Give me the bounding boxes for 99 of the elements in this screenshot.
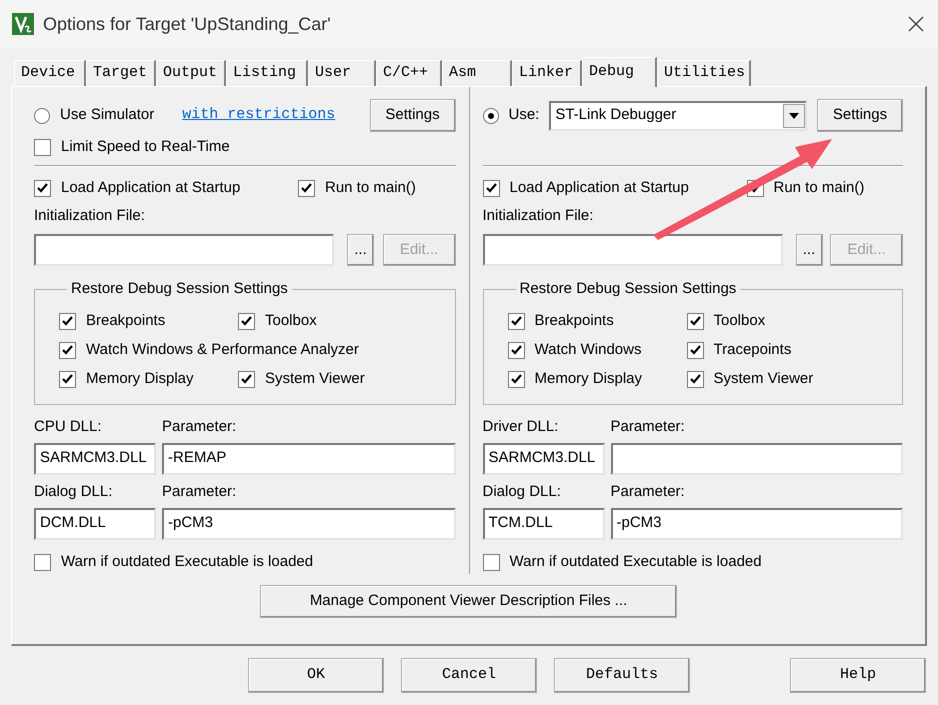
checkbox-label: Toolbox bbox=[265, 310, 317, 331]
tab[interactable]: C/C++ bbox=[376, 60, 442, 86]
checkbox[interactable] bbox=[59, 312, 76, 330]
dialog-button[interactable]: OK bbox=[248, 658, 384, 693]
parameter-field[interactable] bbox=[610, 442, 903, 474]
close-icon[interactable] bbox=[908, 16, 924, 32]
checkmark-icon bbox=[241, 374, 252, 384]
checkmark-icon bbox=[510, 345, 522, 355]
parameter-field[interactable]: -pCM3 bbox=[162, 508, 456, 540]
tab[interactable]: Asm bbox=[442, 60, 512, 86]
radio-label: Use: bbox=[508, 105, 540, 126]
checkbox-label: Memory Display bbox=[534, 368, 642, 389]
tab[interactable]: Debug bbox=[582, 57, 657, 87]
browse-button[interactable]: ... bbox=[347, 234, 374, 266]
dll-field[interactable]: SARMCM3.DLL bbox=[482, 442, 604, 474]
restrictions-link[interactable]: with restrictions bbox=[182, 104, 336, 127]
checkbox-label: Run to main() bbox=[774, 178, 864, 198]
checkbox[interactable] bbox=[34, 138, 51, 156]
checkbox-label: Memory Display bbox=[86, 368, 194, 389]
dll-label: Driver DLL: bbox=[482, 418, 560, 436]
checkmark-icon bbox=[62, 345, 73, 355]
checkbox-label: Run to main() bbox=[325, 178, 416, 198]
checkmark-icon bbox=[690, 374, 700, 384]
dll-field[interactable]: TCM.DLL bbox=[482, 508, 604, 540]
checkbox-label: Watch Windows bbox=[534, 340, 642, 360]
checkbox-label: Load Application at Startup bbox=[61, 178, 240, 198]
checkbox-label: Warn if outdated Executable is loaded bbox=[510, 552, 762, 572]
checkbox-label: Load Application at Startup bbox=[510, 178, 689, 198]
checkbox[interactable] bbox=[238, 312, 255, 330]
browse-button[interactable]: ... bbox=[796, 234, 822, 266]
tab[interactable]: Linker bbox=[512, 60, 582, 86]
dll-field[interactable]: DCM.DLL bbox=[34, 508, 156, 540]
checkbox[interactable] bbox=[59, 342, 76, 358]
checkbox[interactable] bbox=[686, 312, 704, 330]
window-title: Options for Target 'UpStanding_Car' bbox=[43, 12, 331, 36]
checkbox[interactable] bbox=[34, 180, 51, 196]
checkbox-label: System Viewer bbox=[714, 368, 814, 389]
tab[interactable]: Output bbox=[156, 60, 226, 86]
parameter-label: Parameter: bbox=[610, 418, 685, 436]
group-title: Restore Debug Session Settings bbox=[518, 279, 738, 299]
tab[interactable]: Device bbox=[14, 60, 86, 86]
dialog-button[interactable]: Defaults bbox=[554, 658, 690, 693]
tab[interactable]: Utilities bbox=[657, 60, 751, 86]
checkbox-label: Tracepoints bbox=[714, 340, 792, 360]
checkbox[interactable] bbox=[508, 312, 524, 330]
checkmark-icon bbox=[62, 316, 73, 326]
checkmark-icon bbox=[37, 183, 48, 193]
checkmark-icon bbox=[301, 183, 312, 193]
manage-component-viewer-button[interactable]: Manage Component Viewer Description Files ... bbox=[260, 584, 677, 618]
checkbox[interactable] bbox=[508, 342, 524, 358]
checkbox[interactable] bbox=[686, 342, 704, 358]
tab[interactable]: User bbox=[308, 60, 376, 86]
parameter-field[interactable]: -pCM3 bbox=[610, 508, 903, 540]
radio-label: Use Simulator bbox=[60, 105, 154, 126]
debugger-dropdown[interactable]: ST-Link Debugger bbox=[549, 100, 808, 130]
checkbox[interactable] bbox=[298, 180, 315, 196]
dll-label: CPU DLL: bbox=[34, 418, 103, 436]
radio-button[interactable] bbox=[482, 108, 498, 124]
parameter-field[interactable]: -REMAP bbox=[162, 442, 456, 474]
checkmark-icon bbox=[510, 374, 522, 384]
checkbox[interactable] bbox=[482, 554, 500, 571]
dll-field[interactable]: SARMCM3.DLL bbox=[34, 442, 156, 474]
checkbox[interactable] bbox=[686, 370, 704, 388]
parameter-label: Parameter: bbox=[162, 482, 236, 500]
checkbox[interactable] bbox=[482, 180, 500, 196]
checkbox-label: Breakpoints bbox=[86, 310, 166, 331]
dialog-button[interactable]: Cancel bbox=[401, 658, 537, 693]
checkbox-label: Watch Windows & Performance Analyzer bbox=[86, 340, 359, 360]
dll-label: Dialog DLL: bbox=[34, 482, 114, 500]
parameter-label: Parameter: bbox=[610, 482, 685, 500]
group-title: Restore Debug Session Settings bbox=[70, 279, 289, 299]
checkbox[interactable] bbox=[34, 554, 51, 571]
initialization-file-label: Initialization File: bbox=[34, 207, 146, 225]
tab[interactable]: Target bbox=[86, 60, 156, 86]
tab[interactable]: Listing bbox=[226, 60, 308, 86]
checkmark-icon bbox=[241, 316, 252, 326]
settings-button[interactable]: Settings bbox=[817, 99, 903, 132]
checkbox-label: Toolbox bbox=[714, 310, 766, 331]
checkbox[interactable] bbox=[59, 370, 76, 388]
checkmark-icon bbox=[486, 183, 496, 193]
initialization-file-field[interactable] bbox=[482, 234, 782, 266]
parameter-label: Parameter: bbox=[162, 418, 236, 436]
checkmark-icon bbox=[690, 316, 700, 326]
dialog-button[interactable]: Help bbox=[790, 658, 926, 693]
initialization-file-label: Initialization File: bbox=[482, 207, 594, 225]
checkbox[interactable] bbox=[508, 370, 524, 388]
checkbox-label: Warn if outdated Executable is loaded bbox=[61, 552, 314, 572]
checkmark-icon bbox=[690, 345, 700, 355]
radio-button[interactable] bbox=[34, 108, 50, 124]
dll-label: Dialog DLL: bbox=[482, 482, 562, 500]
checkmark-icon bbox=[510, 316, 522, 326]
checkbox-label: Breakpoints bbox=[534, 310, 614, 331]
app-logo-icon bbox=[12, 13, 34, 35]
checkbox-label: Limit Speed to Real-Time bbox=[61, 136, 230, 157]
settings-button[interactable]: Settings bbox=[370, 99, 456, 132]
checkmark-icon bbox=[62, 374, 73, 384]
checkbox-label: System Viewer bbox=[265, 368, 365, 389]
initialization-file-field[interactable] bbox=[34, 234, 334, 266]
checkbox[interactable] bbox=[238, 370, 255, 388]
